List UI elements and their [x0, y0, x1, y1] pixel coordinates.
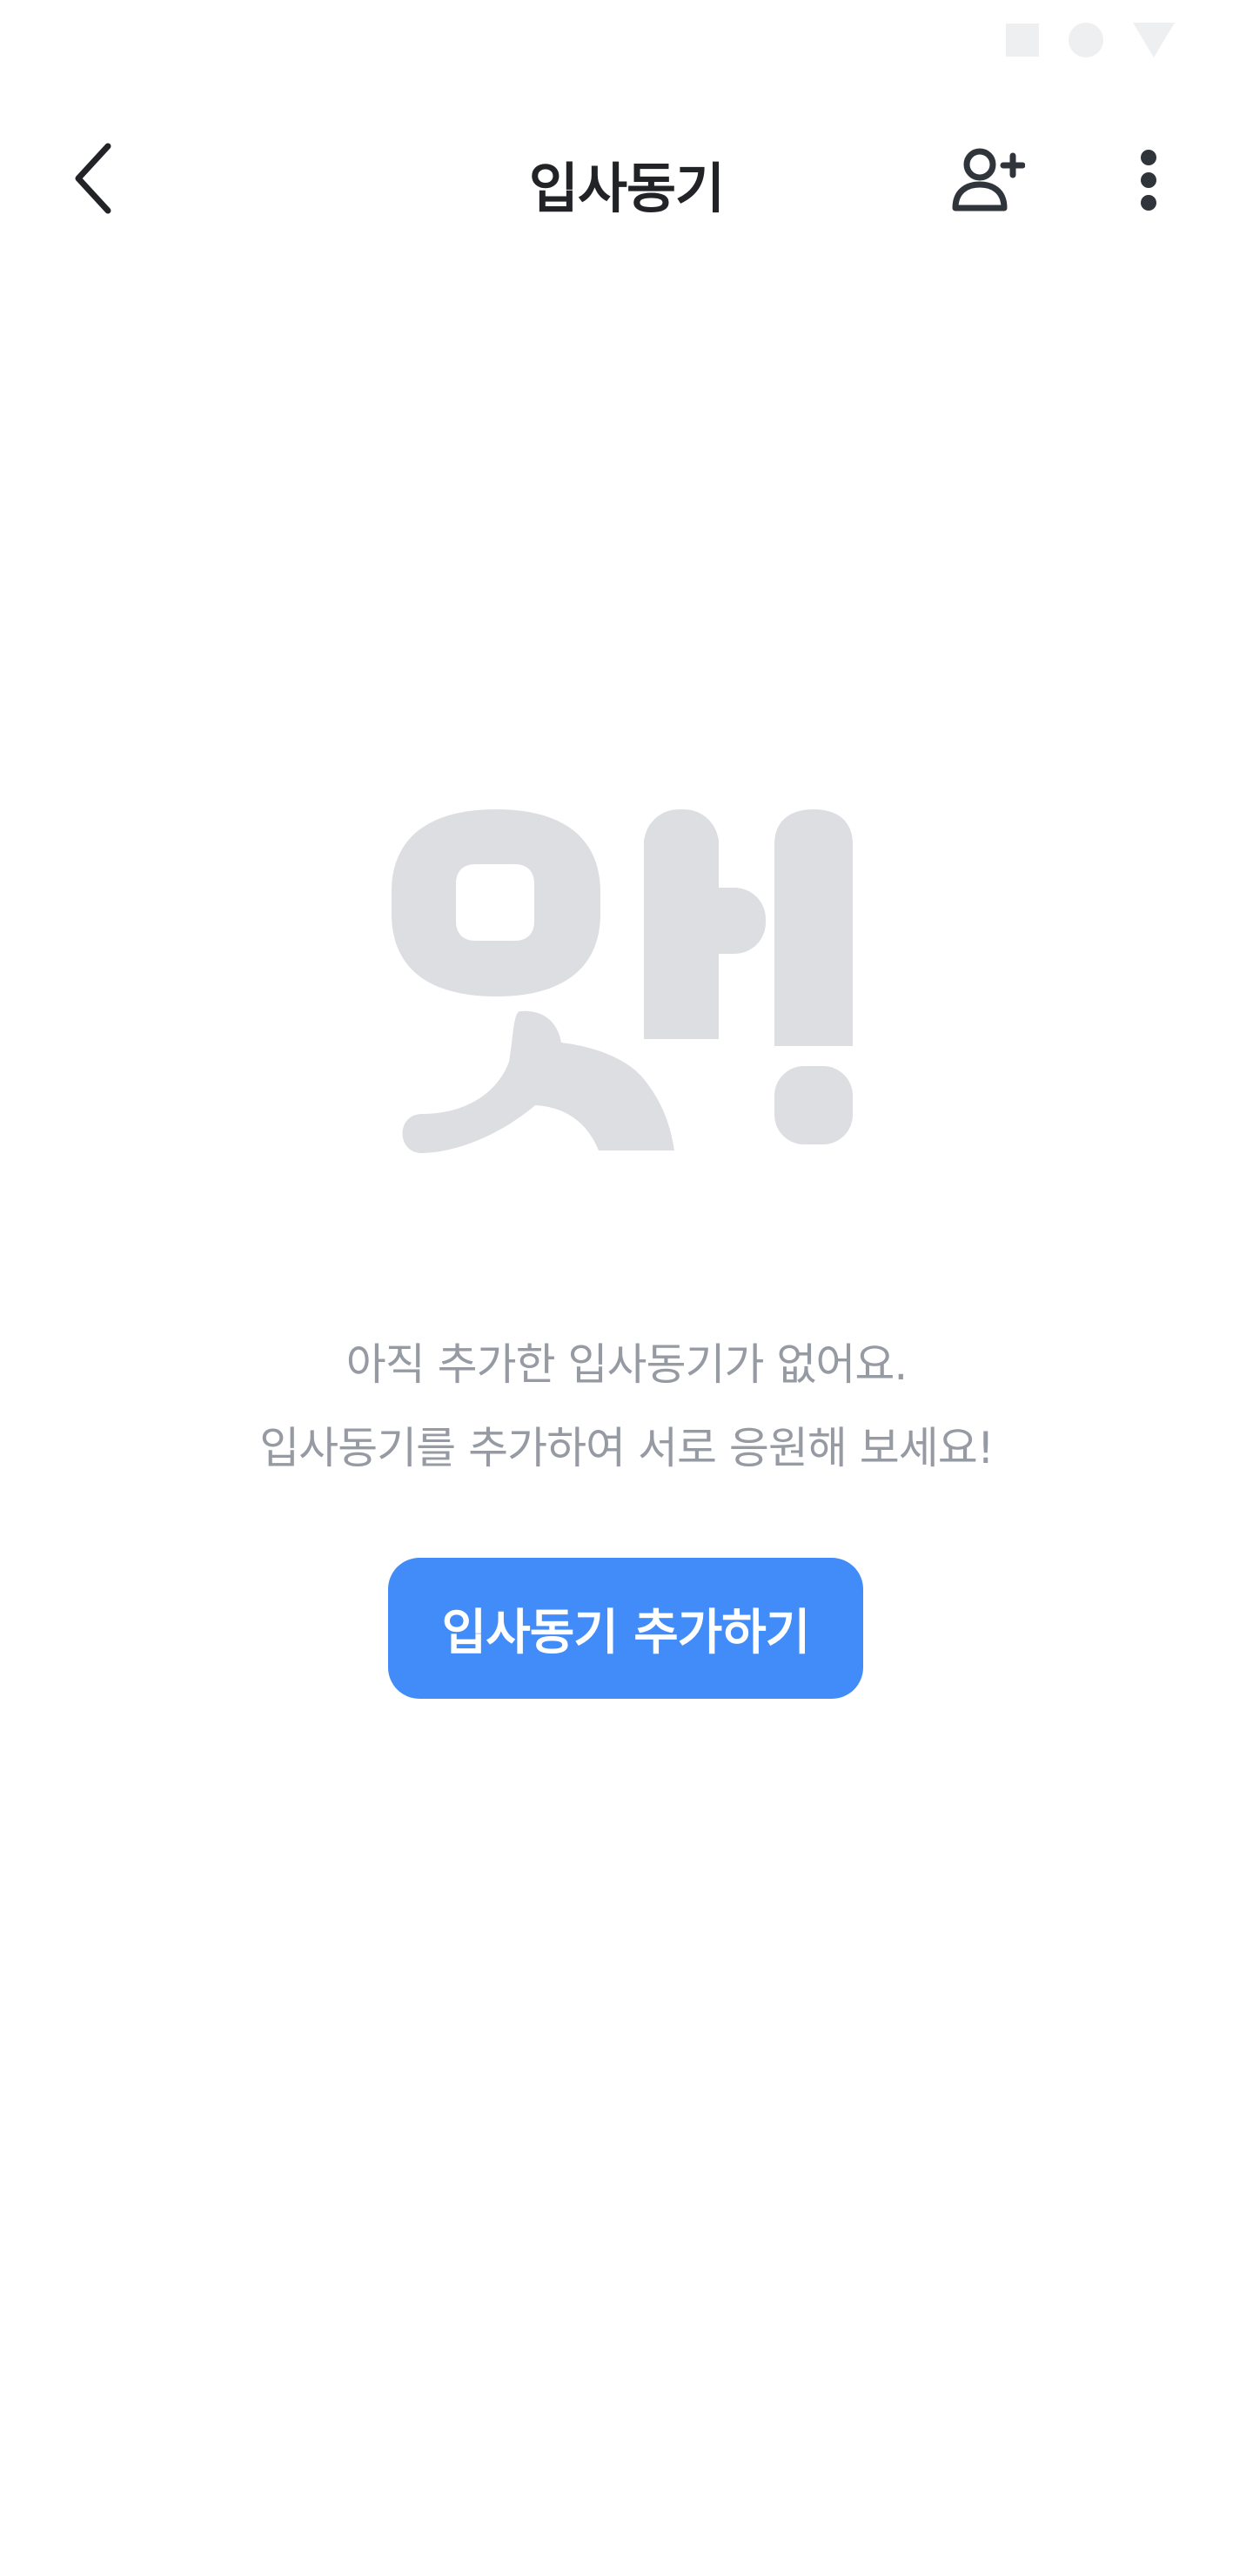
oops-illustration	[392, 809, 853, 1153]
add-colleague-button[interactable]: 입사동기 추가하기	[388, 1558, 863, 1699]
triangle-icon	[1133, 23, 1175, 57]
empty-state-illustration: 앗!	[374, 801, 879, 1192]
status-icons	[1006, 23, 1175, 57]
person-add-icon	[952, 148, 1025, 211]
add-friend-button[interactable]	[944, 141, 1031, 219]
status-bar	[0, 0, 1253, 84]
more-vertical-icon	[1141, 150, 1156, 211]
page-title: 입사동기	[528, 157, 725, 220]
square-icon	[1006, 23, 1039, 57]
empty-message-line-1: 아직 추가한 입사동기가 없어요.	[345, 1339, 908, 1390]
empty-message-line-2: 입사동기를 추가하여 서로 응원해 보세요!	[259, 1423, 995, 1473]
app-bar: 입사동기	[0, 122, 1253, 235]
empty-state-message: 아직 추가한 입사동기가 없어요. 입사동기를 추가하여 서로 응원해 보세요!	[0, 1323, 1253, 1490]
illustration-text: 앗!	[879, 801, 880, 802]
circle-icon	[1069, 23, 1103, 57]
more-options-button[interactable]	[1114, 141, 1183, 219]
